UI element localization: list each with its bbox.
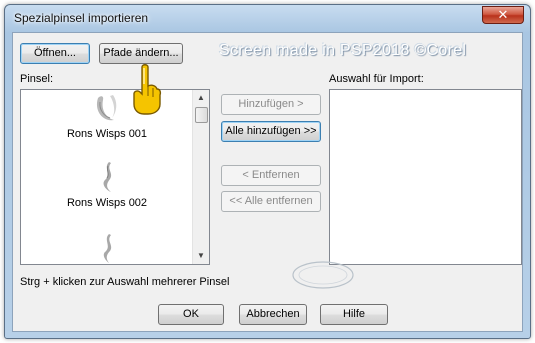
dialog-title: Spezialpinsel importieren xyxy=(14,11,149,25)
cancel-button[interactable]: Abbrechen xyxy=(239,304,307,325)
open-button[interactable]: Öffnen... xyxy=(20,43,90,64)
help-button[interactable]: Hilfe xyxy=(320,304,388,325)
import-selection-label: Auswahl für Import: xyxy=(329,73,424,85)
scroll-down-icon[interactable]: ▼ xyxy=(193,248,209,264)
wisp-brush-icon xyxy=(103,162,112,192)
brushes-scrollbar[interactable]: ▲ ▼ xyxy=(192,90,209,264)
watermark-text: Screen made in PSP2018 ©Corel xyxy=(219,42,467,59)
ok-button[interactable]: OK xyxy=(158,304,224,325)
remove-button[interactable]: < Entfernen xyxy=(221,165,321,186)
brush-name: Rons Wisps 001 xyxy=(66,128,148,140)
add-button[interactable]: Hinzufügen > xyxy=(221,94,321,115)
brush-name: Rons Wisps 002 xyxy=(66,197,148,209)
change-paths-button[interactable]: Pfade ändern... xyxy=(99,43,183,64)
list-item[interactable]: Rons Wisps 001 xyxy=(21,92,193,152)
remove-all-button[interactable]: << Alle entfernen xyxy=(221,191,321,212)
list-item[interactable]: Rons Wisps 002 xyxy=(21,160,193,220)
wisp-brush-icon xyxy=(96,95,117,121)
brushes-list[interactable]: Rons Wisps 001 Rons Wisps 002 ▲ ▼ xyxy=(20,89,210,265)
scroll-up-icon[interactable]: ▲ xyxy=(193,90,209,106)
import-brushes-dialog: Spezialpinsel importieren ✕ Öffnen... Pf… xyxy=(4,4,531,339)
pointing-hand-icon xyxy=(133,64,162,115)
signature-logo xyxy=(290,258,356,292)
scroll-thumb[interactable] xyxy=(195,107,208,123)
multi-select-hint: Strg + klicken zur Auswahl mehrerer Pins… xyxy=(20,276,230,288)
title-bar[interactable]: Spezialpinsel importieren ✕ xyxy=(5,5,530,31)
list-item[interactable] xyxy=(21,232,193,266)
logo-ring-icon xyxy=(292,261,354,289)
wisp-brush-icon xyxy=(103,234,112,263)
brushes-label: Pinsel: xyxy=(20,73,54,85)
close-icon: ✕ xyxy=(497,7,509,22)
add-all-button[interactable]: Alle hinzufügen >> xyxy=(221,121,321,142)
import-selection-list[interactable] xyxy=(329,89,522,265)
dialog-body: Öffnen... Pfade ändern... Screen made in… xyxy=(12,32,523,332)
close-button[interactable]: ✕ xyxy=(482,6,524,24)
